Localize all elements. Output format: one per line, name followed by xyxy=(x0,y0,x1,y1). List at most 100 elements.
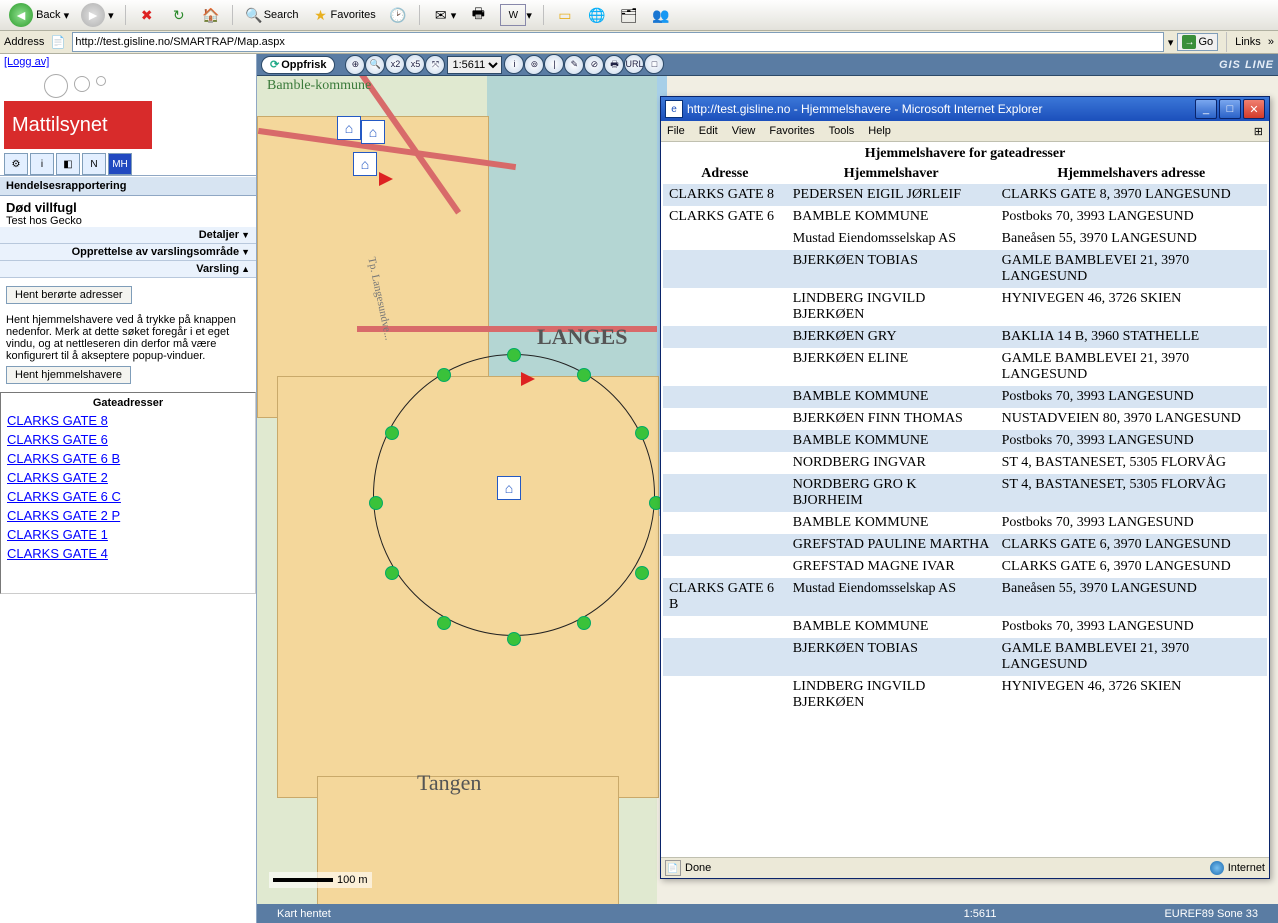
cell: NORDBERG GRO K BJORHEIM xyxy=(787,474,996,512)
mini-tab-2[interactable]: ◧ xyxy=(56,153,80,175)
gis-tool-3[interactable]: x5 xyxy=(405,54,425,74)
gis-tool-1[interactable]: 🔍 xyxy=(365,55,385,75)
table-row: BJERKØEN GRYBAKLIA 14 B, 3960 STATHELLE xyxy=(663,326,1267,348)
table-row: CLARKS GATE 6 BMustad Eiendomsselskap AS… xyxy=(663,578,1267,616)
address-list-scroll[interactable]: Gateadresser CLARKS GATE 8CLARKS GATE 6C… xyxy=(0,392,256,594)
mini-tab-4[interactable]: MH xyxy=(108,153,132,175)
address-link[interactable]: CLARKS GATE 2 xyxy=(7,468,249,487)
cell: PEDERSEN EIGIL JØRLEIF xyxy=(787,184,996,206)
maximize-button[interactable]: □ xyxy=(1219,99,1241,119)
mail-button[interactable]: ✉▾ xyxy=(426,2,462,28)
section-detaljer[interactable]: Detaljer▼ xyxy=(0,227,256,244)
menu-help[interactable]: Help xyxy=(868,125,891,137)
cell: ST 4, BASTANESET, 5305 FLORVÅG xyxy=(996,452,1267,474)
gis-tool-10[interactable]: 🖶 xyxy=(604,55,624,75)
cell: BJERKØEN TOBIAS xyxy=(787,638,996,676)
marker-icon[interactable]: ⌂ xyxy=(497,476,521,500)
logoff-link[interactable]: [Logg av] xyxy=(4,56,49,68)
forward-button[interactable]: ► ▾ xyxy=(76,0,119,30)
address-link[interactable]: CLARKS GATE 1 xyxy=(7,525,249,544)
address-link[interactable]: CLARKS GATE 6 xyxy=(7,430,249,449)
extra3-button[interactable]: 🗂 xyxy=(614,2,644,28)
table-row: LINDBERG INGVILD BJERKØENHYNIVEGEN 46, 3… xyxy=(663,288,1267,326)
cell: LINDBERG INGVILD BJERKØEN xyxy=(787,676,996,714)
go-button[interactable]: →Go xyxy=(1177,33,1218,51)
flag-icon[interactable] xyxy=(379,172,397,190)
gis-tool-7[interactable]: | xyxy=(544,54,564,74)
address-link[interactable]: CLARKS GATE 6 B xyxy=(7,449,249,468)
gis-tool-8[interactable]: ✎ xyxy=(564,55,584,75)
hent-hjemmelshavere-button[interactable]: Hent hjemmelshavere xyxy=(6,366,131,384)
extra1-button[interactable]: ▭ xyxy=(550,2,580,28)
cell: NUSTADVEIEN 80, 3970 LANGESUND xyxy=(996,408,1267,430)
done-icon: 📄 xyxy=(665,860,681,876)
menu-favorites[interactable]: Favorites xyxy=(769,125,814,137)
gis-tool-5[interactable]: i xyxy=(504,54,524,74)
cell: GREFSTAD PAULINE MARTHA xyxy=(787,534,996,556)
marker-icon[interactable]: ⌂ xyxy=(361,120,385,144)
search-button[interactable]: 🔍Search xyxy=(239,2,304,28)
address-link[interactable]: CLARKS GATE 8 xyxy=(7,411,249,430)
map-label-city: LANGES xyxy=(537,324,627,350)
print-button[interactable]: 🖶 xyxy=(463,2,493,28)
cell xyxy=(663,228,787,250)
marker-icon[interactable]: ⌂ xyxy=(337,116,361,140)
menu-edit[interactable]: Edit xyxy=(699,125,718,137)
marker-icon[interactable]: ⌂ xyxy=(353,152,377,176)
history-button[interactable]: 🕑 xyxy=(383,2,413,28)
address-link[interactable]: CLARKS GATE 2 P xyxy=(7,506,249,525)
address-dropdown[interactable]: ▾ xyxy=(1168,36,1174,49)
search-label: Search xyxy=(264,9,299,21)
cell: GAMLE BAMBLEVEI 21, 3970 LANGESUND xyxy=(996,638,1267,676)
left-panel: [Logg av] Mattilsynet ⚙i◧NMH Hendelsesra… xyxy=(0,54,257,923)
gis-tool-4[interactable]: ⤧ xyxy=(425,55,445,75)
gis-tool-0[interactable]: ⊕ xyxy=(345,55,365,75)
section-opprettelse[interactable]: Opprettelse av varslingsområde▼ xyxy=(0,244,256,261)
mini-tab-0[interactable]: ⚙ xyxy=(4,153,28,175)
popup-menubar: FileEditViewFavoritesToolsHelp⊞ xyxy=(661,121,1269,142)
gis-tool-6[interactable]: ⊚ xyxy=(524,55,544,75)
table-row: CLARKS GATE 6BAMBLE KOMMUNEPostboks 70, … xyxy=(663,206,1267,228)
gis-tool-2[interactable]: x2 xyxy=(385,54,405,74)
cell: BJERKØEN FINN THOMAS xyxy=(787,408,996,430)
gis-tool-11[interactable]: URL xyxy=(624,54,644,74)
address-link[interactable]: CLARKS GATE 6 C xyxy=(7,487,249,506)
go-label: Go xyxy=(1198,36,1213,48)
close-button[interactable]: ✕ xyxy=(1243,99,1265,119)
brand-text: Mattilsynet xyxy=(4,101,152,149)
cell xyxy=(663,452,787,474)
edit-button[interactable]: W▾ xyxy=(495,1,537,29)
oppfrisk-button[interactable]: ⟳Oppfrisk xyxy=(261,56,335,74)
favorites-button[interactable]: ★Favorites xyxy=(306,2,381,28)
section-varsling[interactable]: Varsling▲ xyxy=(0,261,256,278)
gis-tool-12[interactable]: □ xyxy=(644,54,664,74)
col-hj-adresse: Hjemmelshavers adresse xyxy=(996,164,1267,184)
messenger-button[interactable]: 👥 xyxy=(646,2,676,28)
home-button[interactable]: 🏠 xyxy=(196,2,226,28)
stop-button[interactable]: ✖ xyxy=(132,2,162,28)
cell xyxy=(663,386,787,408)
minimize-button[interactable]: _ xyxy=(1195,99,1217,119)
back-button[interactable]: ◄ Back ▾ xyxy=(4,0,74,30)
hent-adresser-button[interactable]: Hent berørte adresser xyxy=(6,286,132,304)
gis-toolbar: ⟳Oppfrisk ⊕🔍x2x5⤧ 1:5611 i⊚|✎⊘🖶URL□ GIS … xyxy=(257,54,1278,76)
address-input[interactable] xyxy=(72,32,1164,52)
cell: BAMBLE KOMMUNE xyxy=(787,206,996,228)
menu-tools[interactable]: Tools xyxy=(829,125,855,137)
cell xyxy=(663,474,787,512)
popup-titlebar[interactable]: e http://test.gisline.no - Hjemmelshaver… xyxy=(661,97,1269,121)
menu-file[interactable]: File xyxy=(667,125,685,137)
extra2-button[interactable]: 🌐 xyxy=(582,2,612,28)
popup-body[interactable]: Hjemmelshavere for gateadresser Adresse … xyxy=(661,142,1269,857)
gis-tool-9[interactable]: ⊘ xyxy=(584,55,604,75)
mini-tab-1[interactable]: i xyxy=(30,153,54,175)
cell: BJERKØEN ELINE xyxy=(787,348,996,386)
scale-select[interactable]: 1:5611 xyxy=(447,56,502,74)
links-label[interactable]: Links xyxy=(1235,36,1261,48)
flag-icon[interactable] xyxy=(521,372,539,390)
refresh-button[interactable]: ↻ xyxy=(164,2,194,28)
mini-tab-3[interactable]: N xyxy=(82,153,106,175)
menu-view[interactable]: View xyxy=(732,125,756,137)
address-link[interactable]: CLARKS GATE 4 xyxy=(7,544,249,563)
table-row: BAMBLE KOMMUNEPostboks 70, 3993 LANGESUN… xyxy=(663,512,1267,534)
